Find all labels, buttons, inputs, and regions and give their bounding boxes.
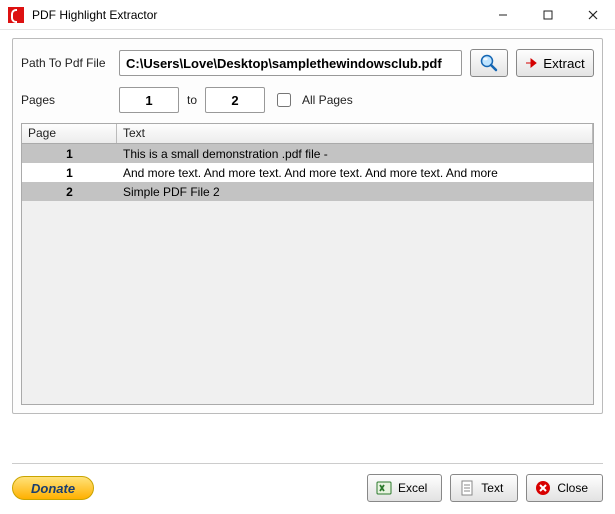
table-row[interactable]: 2Simple PDF File 2 bbox=[22, 182, 593, 201]
path-label: Path To Pdf File bbox=[21, 56, 111, 70]
cell-page: 2 bbox=[22, 184, 117, 200]
close-label: Close bbox=[557, 481, 588, 495]
text-label: Text bbox=[481, 481, 503, 495]
title-bar: PDF Highlight Extractor bbox=[0, 0, 615, 30]
window-controls bbox=[480, 0, 615, 29]
close-button[interactable]: Close bbox=[526, 474, 603, 502]
close-window-button[interactable] bbox=[570, 0, 615, 29]
column-header-text[interactable]: Text bbox=[117, 124, 593, 143]
cell-text: And more text. And more text. And more t… bbox=[117, 165, 593, 181]
path-input[interactable] bbox=[119, 50, 462, 76]
cell-text: This is a small demonstration .pdf file … bbox=[117, 146, 593, 162]
extract-label: Extract bbox=[543, 56, 584, 71]
arrow-right-icon bbox=[525, 56, 539, 70]
maximize-button[interactable] bbox=[525, 0, 570, 29]
main-panel: Path To Pdf File Extract Pages to All Pa… bbox=[12, 38, 603, 414]
excel-label: Excel bbox=[398, 481, 427, 495]
cell-text: Simple PDF File 2 bbox=[117, 184, 593, 200]
excel-button[interactable]: Excel bbox=[367, 474, 442, 502]
page-from-input[interactable] bbox=[119, 87, 179, 113]
magnifier-icon bbox=[479, 53, 499, 73]
pages-label: Pages bbox=[21, 93, 111, 107]
all-pages-checkbox[interactable] bbox=[277, 93, 291, 107]
app-icon bbox=[8, 7, 24, 23]
cell-page: 1 bbox=[22, 146, 117, 162]
text-file-icon bbox=[459, 480, 475, 496]
text-button[interactable]: Text bbox=[450, 474, 518, 502]
footer-bar: Donate Excel Text Close bbox=[12, 463, 603, 502]
window-title: PDF Highlight Extractor bbox=[32, 8, 480, 22]
column-header-page[interactable]: Page bbox=[22, 124, 117, 143]
excel-icon bbox=[376, 480, 392, 496]
minimize-button[interactable] bbox=[480, 0, 525, 29]
close-icon bbox=[535, 480, 551, 496]
table-row[interactable]: 1This is a small demonstration .pdf file… bbox=[22, 144, 593, 163]
extract-button[interactable]: Extract bbox=[516, 49, 594, 77]
donate-button[interactable]: Donate bbox=[12, 476, 94, 500]
results-table: Page Text 1This is a small demonstration… bbox=[21, 123, 594, 405]
table-row[interactable]: 1And more text. And more text. And more … bbox=[22, 163, 593, 182]
all-pages-label: All Pages bbox=[302, 93, 353, 107]
cell-page: 1 bbox=[22, 165, 117, 181]
page-to-input[interactable] bbox=[205, 87, 265, 113]
browse-button[interactable] bbox=[470, 49, 508, 77]
table-body[interactable]: 1This is a small demonstration .pdf file… bbox=[22, 144, 593, 404]
to-label: to bbox=[187, 93, 197, 107]
